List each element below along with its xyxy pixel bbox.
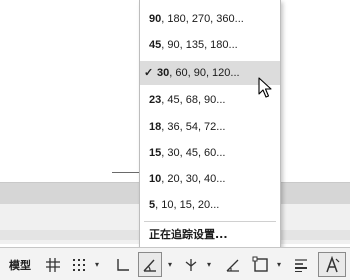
model-tab[interactable]: 模型: [0, 248, 40, 280]
tracking-settings-item[interactable]: 正在追踪设置...: [140, 223, 280, 247]
annotation-scale-icon[interactable]: [318, 252, 346, 277]
menu-separator: [144, 221, 276, 222]
menu-item-90[interactable]: 90, 180, 270, 360...: [140, 7, 280, 31]
isodraft-icon[interactable]: [180, 248, 202, 280]
lineweight-icon[interactable]: [290, 248, 312, 280]
osnap-dropdown-caret[interactable]: ▾: [274, 248, 284, 280]
menu-item-15[interactable]: 15, 30, 45, 60...: [140, 141, 280, 165]
menu-item-18[interactable]: 18, 36, 54, 72...: [140, 115, 280, 139]
snap-dots-icon[interactable]: [68, 248, 90, 280]
isodraft-dropdown-caret[interactable]: ▾: [204, 248, 214, 280]
menu-item-5[interactable]: 5, 10, 15, 20...: [140, 193, 280, 217]
polar-angle-menu: 90, 180, 270, 360... 45, 90, 135, 180...…: [139, 0, 281, 249]
polar-dropdown-caret[interactable]: ▾: [165, 248, 175, 280]
polar-tracking-icon[interactable]: [138, 252, 162, 277]
checkmark-icon: ✓: [144, 67, 154, 79]
grid-icon[interactable]: [42, 248, 64, 280]
object-snap-icon[interactable]: [250, 248, 272, 280]
ortho-icon[interactable]: [112, 248, 134, 280]
mouse-pointer-icon: [258, 77, 272, 99]
status-bar: 模型 ▾ ▾ ▾ ▾: [0, 247, 350, 280]
menu-item-10[interactable]: 10, 20, 30, 40...: [140, 167, 280, 191]
snap-dropdown-caret[interactable]: ▾: [92, 248, 102, 280]
object-snap-tracking-icon[interactable]: [222, 248, 244, 280]
menu-item-45[interactable]: 45, 90, 135, 180...: [140, 33, 280, 57]
drawn-line: [112, 172, 142, 173]
